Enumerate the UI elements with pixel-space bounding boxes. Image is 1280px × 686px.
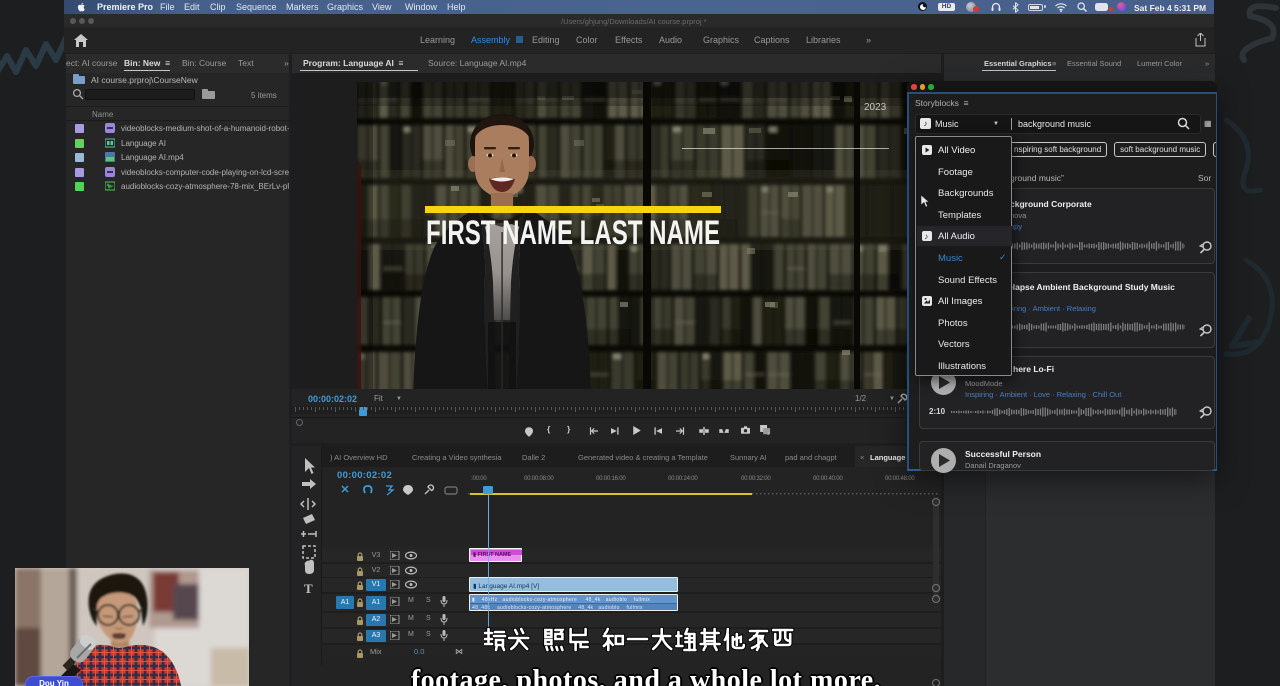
svg-text:3: 3 [767, 431, 770, 435]
svg-text:FIRST NAME LAST NAME: FIRST NAME LAST NAME [426, 214, 720, 252]
svg-text:♪: ♪ [924, 232, 928, 241]
svg-text:T: T [304, 581, 313, 596]
svg-text:2023: 2023 [864, 102, 887, 113]
